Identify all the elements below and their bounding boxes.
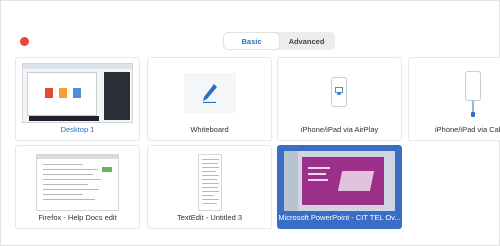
share-screen-window: Basic Advanced Desktop 1 Whiteboard iPho… [0, 0, 500, 246]
source-label: Whiteboard [190, 125, 229, 134]
menu-bar [23, 64, 132, 69]
cable-thumbnail [415, 63, 500, 123]
source-label: TextEdit - Untitled 3 [176, 213, 243, 222]
share-mode-tabs: Basic Advanced [223, 32, 335, 50]
airplay-thumbnail [284, 63, 395, 123]
source-label: Desktop 1 [60, 125, 95, 134]
app-icon-red [45, 88, 53, 98]
source-label: Firefox - Help Docs edit [38, 213, 117, 222]
close-button[interactable] [20, 37, 29, 46]
source-powerpoint-window[interactable]: Microsoft PowerPoint - CIT TEL Ov... [277, 145, 402, 229]
source-iphone-airplay[interactable]: iPhone/iPad via AirPlay [277, 57, 402, 141]
app-icon-orange [59, 88, 67, 98]
phone-icon [465, 71, 481, 101]
desktop-thumbnail [22, 63, 133, 123]
phone-icon [331, 77, 347, 107]
slide-sorter-preview [284, 151, 298, 211]
dock-preview [29, 116, 99, 121]
whiteboard-thumbnail [154, 63, 265, 123]
browser-thumbnail [36, 154, 119, 211]
tab-basic[interactable]: Basic [224, 33, 279, 49]
presentation-slide [302, 157, 384, 205]
airplay-icon [335, 87, 343, 95]
tab-advanced[interactable]: Advanced [279, 33, 334, 49]
source-label: Microsoft PowerPoint - CIT TEL Ov... [278, 213, 401, 222]
text-document-thumbnail [198, 154, 222, 211]
pen-icon [203, 84, 217, 103]
source-label: iPhone/iPad via Cable [435, 125, 500, 134]
cable-icon [471, 101, 475, 117]
laptop-graphic [337, 171, 375, 191]
source-label: iPhone/iPad via AirPlay [300, 125, 379, 134]
browser-toolbar [37, 155, 118, 159]
source-firefox-window[interactable]: Firefox - Help Docs edit [15, 145, 140, 229]
source-desktop-1[interactable]: Desktop 1 [15, 57, 140, 141]
side-panel-preview [104, 72, 130, 120]
source-iphone-cable[interactable]: iPhone/iPad via Cable [408, 57, 500, 141]
source-whiteboard[interactable]: Whiteboard [147, 57, 272, 141]
source-textedit-window[interactable]: TextEdit - Untitled 3 [147, 145, 272, 229]
presentation-thumbnail [284, 151, 395, 211]
green-button-preview [102, 167, 112, 172]
app-icon-blue [73, 88, 81, 98]
